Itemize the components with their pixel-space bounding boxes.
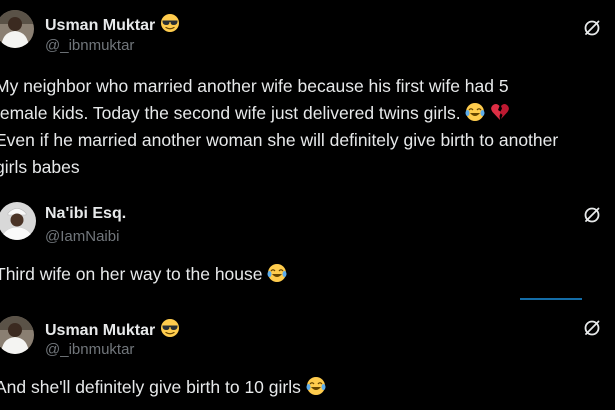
grok-slash-circle-icon[interactable]	[582, 318, 602, 338]
avatar[interactable]	[0, 202, 36, 240]
author-display-name[interactable]: Usman Muktar	[45, 318, 180, 340]
face-with-tears-of-joy-icon	[306, 377, 326, 395]
divider-line	[520, 298, 582, 300]
author-display-name[interactable]: Usman Muktar	[45, 13, 180, 35]
face-with-tears-of-joy-icon	[465, 103, 485, 121]
tweet-line: girls babes	[0, 157, 80, 177]
tweet-text: And she'll definitely give birth to 10 g…	[0, 374, 326, 401]
user-avatar-icon	[0, 316, 34, 354]
author-handle[interactable]: @IamNaibi	[45, 228, 119, 245]
grok-slash-circle-icon[interactable]	[582, 205, 602, 225]
tweet-text: My neighbor who married another wife bec…	[0, 73, 558, 181]
tweet-line: My neighbor who married another wife bec…	[0, 76, 509, 96]
tweet-post-1[interactable]: Usman Muktar @_ibnmuktar My neighbor who…	[0, 0, 615, 200]
avatar[interactable]	[0, 10, 34, 48]
smiling-face-with-sunglasses-icon	[160, 319, 179, 337]
smiling-face-with-sunglasses-icon	[160, 14, 179, 32]
tweet-line: And she'll definitely give birth to 10 g…	[0, 374, 326, 401]
author-handle[interactable]: @_ibnmuktar	[45, 341, 134, 358]
author-handle[interactable]: @_ibnmuktar	[45, 37, 134, 54]
grok-slash-circle-icon[interactable]	[582, 18, 602, 38]
face-with-tears-of-joy-icon	[267, 264, 287, 282]
tweet-line: female kids. Today the second wife just …	[0, 100, 558, 127]
tweet-line: Third wife on her way to the house	[0, 261, 287, 288]
tweet-line: Even if he married another woman she wil…	[0, 130, 559, 150]
user-avatar-icon	[0, 202, 36, 240]
broken-heart-icon	[491, 103, 510, 120]
tweet-text: Third wife on her way to the house	[0, 261, 287, 288]
user-avatar-icon	[0, 10, 34, 48]
tweet-post-3[interactable]: Usman Muktar @_ibnmuktar And she'll defi…	[0, 310, 615, 410]
author-display-name[interactable]: Na'ibi Esq.	[45, 205, 126, 223]
tweet-post-2[interactable]: Na'ibi Esq. @IamNaibi Third wife on her …	[0, 195, 615, 310]
avatar[interactable]	[0, 316, 34, 354]
